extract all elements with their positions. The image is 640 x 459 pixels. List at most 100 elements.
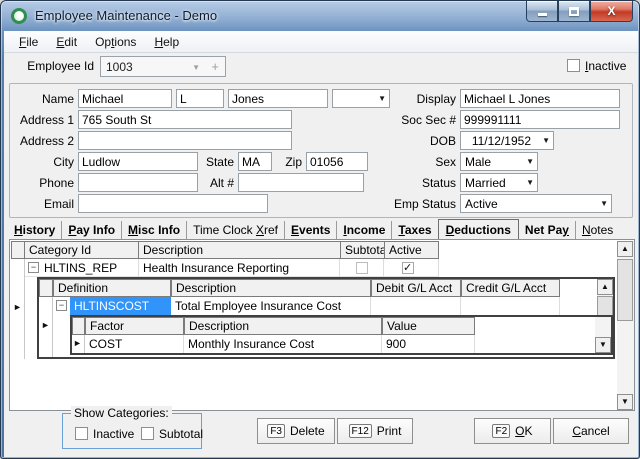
- definition-grid: Definition Description Debit G/L Acct Cr…: [37, 277, 615, 359]
- category-description-value[interactable]: Health Insurance Reporting: [143, 261, 289, 275]
- tab-misc-info[interactable]: Misc Info: [122, 221, 187, 239]
- sex-value: Male: [465, 155, 491, 169]
- status-value: Married: [465, 176, 506, 190]
- menu-help[interactable]: Help: [145, 32, 188, 52]
- chevron-down-icon: ▼: [542, 136, 550, 145]
- last-name-field[interactable]: [228, 89, 328, 108]
- row-pointer-icon: ►: [13, 303, 22, 312]
- email-field[interactable]: [78, 194, 268, 213]
- name-label: Name: [4, 92, 74, 106]
- phone-label: Phone: [4, 176, 74, 190]
- address1-field[interactable]: [78, 110, 292, 129]
- category-id-value[interactable]: HLTINS_REP: [44, 261, 117, 275]
- title-bar[interactable]: Employee Maintenance - Demo X: [1, 1, 640, 31]
- check-icon: ✓: [403, 261, 412, 274]
- chevron-down-icon[interactable]: ▼: [192, 63, 200, 72]
- menu-edit[interactable]: Edit: [47, 32, 86, 52]
- collapse-icon[interactable]: −: [56, 300, 67, 311]
- minimize-button[interactable]: [526, 1, 558, 22]
- inactive-checkbox-label: Inactive: [585, 59, 626, 73]
- employee-id-combo[interactable]: 1003 ▼ +: [100, 56, 226, 77]
- delete-button[interactable]: F3 Delete: [257, 418, 335, 444]
- minimize-icon: [538, 13, 547, 16]
- email-label: Email: [4, 197, 74, 211]
- sex-select[interactable]: Male ▼: [460, 152, 538, 171]
- dob-select[interactable]: 11/12/1952 ▼: [460, 131, 554, 150]
- city-field[interactable]: [78, 152, 198, 171]
- tab-taxes[interactable]: Taxes: [392, 221, 438, 239]
- row-pointer-icon: ►: [73, 339, 82, 348]
- show-inactive-checkbox[interactable]: [75, 427, 88, 440]
- scroll-down-icon[interactable]: ▼: [595, 337, 611, 353]
- maximize-button[interactable]: [558, 1, 590, 22]
- print-button-label: Print: [377, 424, 402, 438]
- emp-status-select[interactable]: Active ▼: [460, 194, 612, 213]
- value-amount[interactable]: 900: [386, 337, 406, 351]
- factor-grid-scrollbar[interactable]: ▼: [595, 317, 611, 353]
- cancel-button[interactable]: Cancel: [553, 418, 629, 444]
- middle-initial-field[interactable]: [176, 89, 224, 108]
- inactive-checkbox[interactable]: [567, 59, 580, 72]
- tab-history[interactable]: History: [8, 221, 62, 239]
- scrollbar-thumb[interactable]: [617, 259, 633, 321]
- dob-value: 11/12/1952: [472, 134, 531, 148]
- chevron-down-icon: ▼: [600, 199, 608, 208]
- tab-time-clock-xref[interactable]: Time Clock Xref: [187, 221, 285, 239]
- phone-field[interactable]: [78, 173, 198, 192]
- employee-id-label: Employee Id: [4, 59, 94, 73]
- show-categories-group: Show Categories: Inactive Subtotal: [62, 413, 202, 449]
- menu-options[interactable]: Options: [86, 32, 145, 52]
- app-icon: [11, 8, 27, 24]
- subtotal-cell-checkbox[interactable]: [356, 262, 368, 274]
- tab-strip: History Pay Info Misc Info Time Clock Xr…: [8, 220, 619, 240]
- status-select[interactable]: Married ▼: [460, 173, 538, 192]
- ok-button[interactable]: F2 OK: [474, 418, 551, 444]
- tab-deductions[interactable]: Deductions: [438, 219, 519, 241]
- f3-keycap: F3: [267, 424, 285, 438]
- debit-cell[interactable]: [371, 297, 461, 315]
- definition-indicator-header: [39, 279, 53, 297]
- grid-scrollbar[interactable]: ▲ ▼: [617, 241, 634, 410]
- tab-pay-info[interactable]: Pay Info: [62, 221, 122, 239]
- f12-keycap: F12: [349, 424, 372, 438]
- tab-events[interactable]: Events: [285, 221, 337, 239]
- scroll-down-icon[interactable]: ▼: [617, 394, 633, 410]
- address2-field[interactable]: [78, 131, 292, 150]
- alt-phone-label: Alt #: [200, 176, 234, 190]
- tab-notes[interactable]: Notes: [576, 221, 619, 239]
- add-employee-icon[interactable]: +: [211, 59, 219, 74]
- active-cell-checkbox[interactable]: ✓: [402, 262, 414, 274]
- print-button[interactable]: F12 Print: [337, 418, 413, 444]
- state-field[interactable]: [238, 152, 272, 171]
- delete-button-label: Delete: [290, 424, 325, 438]
- tab-income[interactable]: Income: [337, 221, 392, 239]
- tab-net-pay[interactable]: Net Pay: [519, 221, 576, 239]
- collapse-icon[interactable]: −: [28, 262, 39, 273]
- ok-button-label: OK: [515, 424, 532, 438]
- scroll-up-icon[interactable]: ▲: [597, 279, 613, 295]
- alt-phone-field[interactable]: [238, 173, 364, 192]
- scroll-up-icon[interactable]: ▲: [617, 241, 633, 257]
- window-title: Employee Maintenance - Demo: [35, 8, 217, 23]
- factor-description-value[interactable]: Monthly Insurance Cost: [188, 337, 314, 351]
- deductions-grid: Category Id Description Subtotal Active …: [9, 239, 635, 411]
- city-label: City: [4, 155, 74, 169]
- factor-indicator-header: [72, 317, 85, 335]
- factor-value[interactable]: COST: [89, 337, 122, 351]
- menu-file[interactable]: File: [10, 32, 47, 52]
- f2-keycap: F2: [492, 424, 510, 438]
- display-name-field[interactable]: [460, 89, 620, 108]
- show-subtotal-checkbox[interactable]: [141, 427, 154, 440]
- first-name-field[interactable]: [78, 89, 172, 108]
- definition-value-selected[interactable]: HLTINSCOST: [70, 297, 171, 315]
- definition-description-value[interactable]: Total Employee Insurance Cost: [175, 299, 341, 313]
- ssn-field[interactable]: [460, 110, 620, 129]
- zip-field[interactable]: [306, 152, 368, 171]
- emp-status-label: Emp Status: [364, 197, 456, 211]
- employee-id-value: 1003: [106, 60, 133, 74]
- chevron-down-icon: ▼: [526, 178, 534, 187]
- credit-cell[interactable]: [461, 297, 560, 315]
- grid-indicator-header: [11, 241, 25, 259]
- close-button[interactable]: X: [590, 1, 633, 22]
- address1-label: Address 1: [4, 113, 74, 127]
